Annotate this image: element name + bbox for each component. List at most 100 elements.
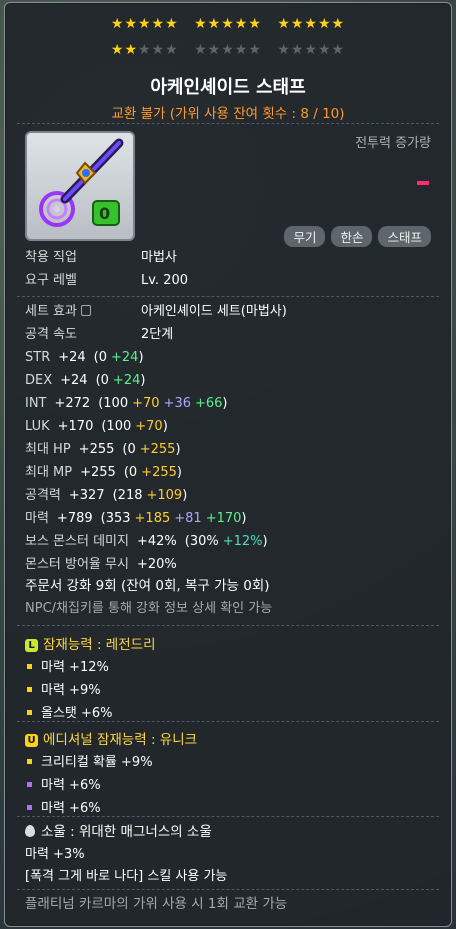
soul-header: 소울 : 위대한 매그너스의 소울 [25,824,212,840]
stat-base: (0 [123,465,138,480]
set-effect-label-wrap: 세트 효과 [25,304,141,320]
stat-bonus: +255 [141,465,177,480]
combat-power-label: 전투력 증가량 [355,136,431,151]
stat-total: +255 [78,442,115,457]
stat-bonus: +24 [111,350,139,365]
additional-line: 마력 +6% [27,797,101,816]
stat-bonus: +255 [139,442,176,457]
potential-line-text: 올스탯 +6% [41,706,113,721]
stat-row: 몬스터 방어율 무시 +20% [25,557,185,573]
req-level-label: 요구 레벨 [25,273,77,288]
tag-weapon: 무기 [284,226,326,247]
stat-bonus: +109 [146,488,183,503]
starforce-row-2: ★★★★★ ★★★★★ ★★★★★ [5,41,451,59]
starforce-row-1: ★★★★★ ★★★★★ ★★★★★ [5,15,451,33]
bullet-icon [27,782,32,787]
stat-name: STR [25,350,51,365]
stat-close: ) [140,373,146,388]
stat-row: 보스 몬스터 데미지 +42% (30% +12%) [25,534,268,550]
stat-base: (353 [100,511,131,526]
potential-line: 올스탯 +6% [27,702,113,721]
stat-close: ) [138,350,144,365]
req-job-value: 마법사 [141,250,177,265]
potential-line-text: 마력 +12% [41,660,109,675]
additional-line: 마력 +6% [27,774,101,793]
stat-total: +272 [54,396,91,411]
karma-note: 플래티넘 카르마의 가위 사용 시 1회 교환 가능 [25,896,288,912]
stat-bonus: +70 [132,396,160,411]
additional-line-text: 마력 +6% [41,778,101,793]
stat-bonus: +70 [135,419,163,434]
soul-title: 소울 : 위대한 매그너스의 소울 [41,824,212,840]
additional-line-text: 크리티컬 확률 +9% [41,755,153,770]
stat-base: (218 [112,488,143,503]
stat-bonus: +66 [194,396,223,411]
stat-row: 마력 +789 (353 +185 +81 +170) [25,511,246,527]
lock-icon [80,305,91,316]
stat-total: +789 [56,511,93,526]
star-group: ★★★★★ [194,42,262,58]
stat-name: 몬스터 방어율 무시 [25,557,129,572]
additional-line: 크리티컬 확률 +9% [27,751,153,770]
item-tags: 무기 한손 스태프 [284,226,431,247]
stat-name: 최대 MP [25,465,73,480]
soul-stat: 마력 +3% [25,847,85,862]
divider [17,889,439,890]
stat-name: DEX [25,373,53,388]
divider [17,296,439,297]
stat-base: (30% [184,534,219,549]
item-name: 아케인셰이드 스태프 [150,77,306,98]
stat-close: ) [162,419,168,434]
potential-line: 마력 +12% [27,656,109,675]
stat-name: 공격력 [25,488,61,503]
tag-staff: 스태프 [378,226,431,247]
potential-line: 마력 +9% [27,679,101,698]
soul-skill: [폭격 그게 바로 나다] 스킬 사용 가능 [25,869,228,884]
stat-row: INT +272 (100 +70 +36 +66) [25,396,228,412]
additional-line-text: 마력 +6% [41,801,101,816]
stat-name: 최대 HP [25,442,71,457]
stat-bonus: +170 [205,511,242,526]
attack-speed-row: 공격 속도 2단계 [25,327,173,343]
star-group: ★★★★★ [277,42,346,58]
stat-row: DEX +24 (0 +24) [25,373,145,389]
stat-base: (0 [122,442,136,457]
attack-speed-label: 공격 속도 [25,327,77,342]
stat-close: ) [241,511,247,526]
set-effect-value: 아케인셰이드 세트(마법사) [141,304,287,319]
additional-potential-title: 에디셔널 잠재능력 : 유니크 [43,732,198,748]
stat-bonus: +185 [134,511,171,526]
unique-badge-icon: U [25,734,38,747]
npc-note: NPC/채집키를 통해 강화 정보 상세 확인 가능 [25,601,273,616]
item-icon-frame: 0 [25,131,135,241]
svg-text:0: 0 [99,204,110,223]
stat-row: 최대 HP +255 (0 +255) [25,442,181,458]
stat-base: (100 [98,396,129,411]
bullet-icon [27,759,32,764]
stat-row: LUK +170 (100 +70) [25,419,168,435]
additional-potential-header: U 에디셔널 잠재능력 : 유니크 [25,728,197,748]
combat-power-indicator [417,181,429,185]
star-group: ★★★★★ [277,16,346,32]
star-group: ★★★★★ [111,42,179,58]
tag-one-handed: 한손 [331,226,373,247]
divider [17,816,439,817]
req-job-label: 착용 직업 [25,250,77,265]
bullet-icon [27,687,32,692]
staff-icon: 0 [39,138,124,227]
potential-title: 잠재능력 : 레전드리 [43,637,156,653]
divider [17,721,439,722]
stat-row: 공격력 +327 (218 +109) [25,488,187,504]
potential-header: L 잠재능력 : 레전드리 [25,633,156,653]
star-group: ★★★★★ [194,16,262,32]
trade-restriction: 교환 불가 (가위 사용 잔여 횟수 : 8 / 10) [111,106,345,122]
stat-close: ) [175,442,181,457]
stat-name: 마력 [25,511,49,526]
soul-flame-icon [25,825,35,837]
stat-bonus: +36 [163,396,191,411]
stat-row: STR +24 (0 +24) [25,350,144,366]
bullet-icon [27,664,32,669]
stat-close: ) [262,534,268,549]
stat-total: +24 [60,373,88,388]
stat-total: +170 [57,419,94,434]
